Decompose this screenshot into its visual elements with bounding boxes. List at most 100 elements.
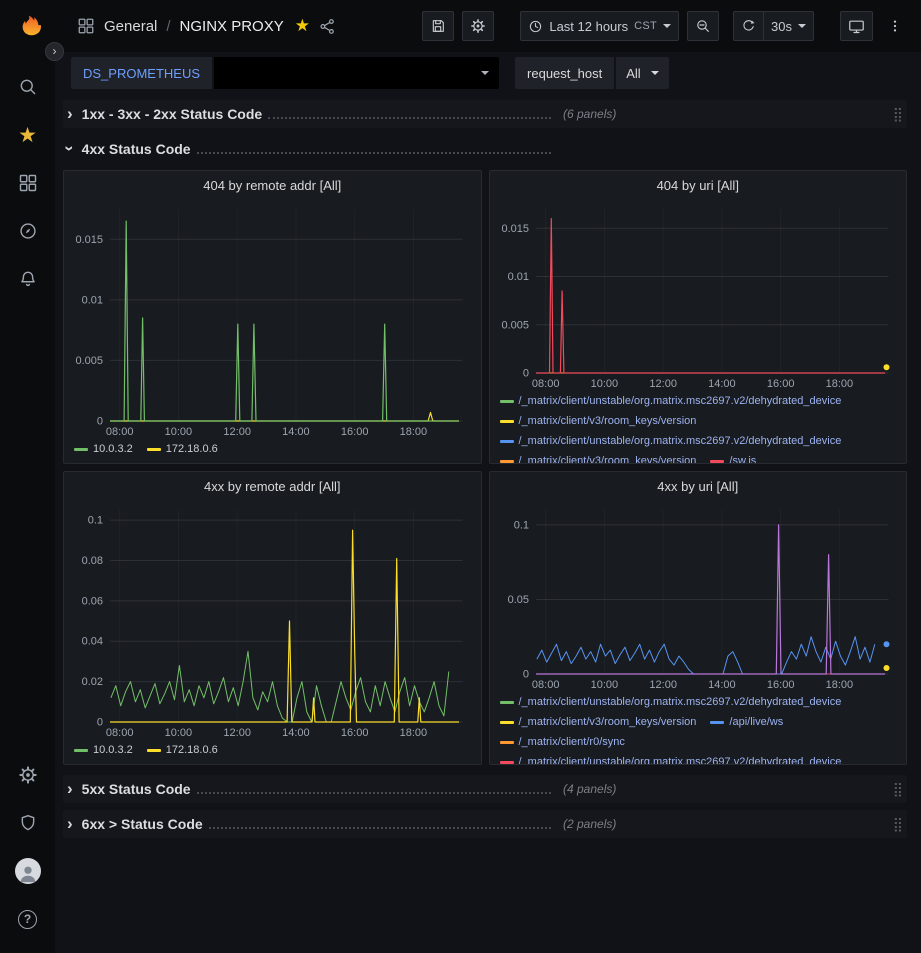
panel-title[interactable]: 404 by remote addr [All] [64, 171, 481, 201]
series-color-marker [500, 400, 514, 403]
time-series-chart[interactable]: 08:0010:0012:0014:0016:0018:0000.020.040… [64, 502, 481, 740]
panel-title[interactable]: 4xx by uri [All] [490, 472, 907, 502]
grafana-logo-icon [13, 12, 43, 42]
time-series-chart[interactable]: 08:0010:0012:0014:0016:0018:0000.0050.01… [490, 201, 907, 391]
svg-text:0.1: 0.1 [513, 519, 528, 531]
grafana-app: ★ [0, 0, 921, 953]
kebab-menu-button[interactable] [883, 18, 907, 34]
panel-legend: 10.0.3.2 172.18.0.6 [64, 439, 481, 463]
series-label: /_matrix/client/v3/room_keys/version [519, 714, 697, 730]
time-range-picker[interactable]: Last 12 hours CST [520, 11, 679, 41]
legend-item[interactable]: 172.18.0.6 [147, 742, 218, 758]
zoom-out-button[interactable] [687, 11, 719, 41]
svg-text:16:00: 16:00 [766, 679, 794, 691]
panels-grid: 404 by remote addr [All] 08:0010:0012:00… [63, 170, 907, 765]
legend-item[interactable]: /_matrix/client/unstable/org.matrix.msc2… [500, 433, 842, 449]
series-label: /_matrix/client/r0/sync [519, 734, 625, 750]
time-range-label: Last 12 hours [549, 19, 628, 34]
series-label: 172.18.0.6 [166, 441, 218, 457]
row-drag-handle[interactable]: ⣿ [893, 816, 903, 833]
sidebar-item-search[interactable] [8, 67, 48, 107]
sidebar-item-explore[interactable] [8, 211, 48, 251]
legend-item[interactable]: /_matrix/client/v3/room_keys/version [500, 453, 697, 463]
timezone-label: CST [634, 20, 657, 32]
legend-item[interactable]: /_matrix/client/r0/sync [500, 734, 625, 750]
panel-404-by-remote-addr: 404 by remote addr [All] 08:0010:0012:00… [63, 170, 482, 464]
row-title: 6xx > Status Code [82, 816, 203, 832]
sidebar-item-alerting[interactable] [8, 259, 48, 299]
breadcrumb-folder[interactable]: General [104, 18, 157, 35]
svg-text:18:00: 18:00 [400, 727, 428, 739]
legend-item[interactable]: /_matrix/client/v3/room_keys/version [500, 413, 697, 429]
request-host-variable-value: All [626, 66, 640, 81]
panel-title[interactable]: 404 by uri [All] [490, 171, 907, 201]
dashboard-row-6xx[interactable]: › 6xx > Status Code (2 panels) ⣿ [63, 810, 907, 838]
cycle-view-button[interactable] [840, 11, 873, 41]
refresh-button[interactable] [733, 11, 763, 41]
dashboard-row-5xx[interactable]: › 5xx Status Code (4 panels) ⣿ [63, 775, 907, 803]
dashboard-row-1xx-3xx-2xx[interactable]: › 1xx - 3xx - 2xx Status Code (6 panels)… [63, 100, 907, 128]
legend-item[interactable]: /_matrix/client/unstable/org.matrix.msc2… [500, 393, 842, 409]
svg-text:16:00: 16:00 [766, 378, 794, 390]
svg-text:0: 0 [522, 669, 528, 681]
dashboard-settings-button[interactable] [462, 11, 494, 41]
request-host-variable-select[interactable]: All [616, 57, 668, 89]
series-label: /_matrix/client/unstable/org.matrix.msc2… [519, 433, 842, 449]
kebab-icon [887, 18, 903, 34]
search-icon [18, 77, 38, 97]
share-button[interactable] [319, 18, 336, 35]
gear-icon [470, 18, 486, 34]
datasource-variable-select[interactable] [214, 57, 499, 89]
top-navbar: General / NGINX PROXY ★ [55, 0, 921, 52]
series-color-marker [500, 741, 514, 744]
time-series-chart[interactable]: 08:0010:0012:0014:0016:0018:0000.0050.01… [64, 201, 481, 439]
legend-item[interactable]: 10.0.3.2 [74, 742, 133, 758]
legend-item[interactable]: /sw.js [710, 453, 756, 463]
row-drag-handle[interactable]: ⣿ [893, 106, 903, 123]
sidebar-item-starred[interactable]: ★ [8, 115, 48, 155]
legend-item[interactable]: /_matrix/client/v3/room_keys/version [500, 714, 697, 730]
legend-item[interactable]: /_matrix/client/unstable/org.matrix.msc2… [500, 754, 842, 764]
svg-text:16:00: 16:00 [341, 727, 369, 739]
sidebar-item-profile[interactable] [8, 851, 48, 891]
legend-item[interactable]: 10.0.3.2 [74, 441, 133, 457]
panel-legend: 10.0.3.2 172.18.0.6 [64, 740, 481, 764]
series-color-marker [500, 440, 514, 443]
svg-text:10:00: 10:00 [590, 679, 618, 691]
sidebar-item-dashboards[interactable] [8, 163, 48, 203]
svg-text:0.015: 0.015 [501, 223, 529, 235]
legend-item[interactable]: /api/live/ws [710, 714, 783, 730]
row-title: 1xx - 3xx - 2xx Status Code [82, 106, 263, 122]
series-color-marker [500, 420, 514, 423]
chevron-right-icon: › [67, 780, 73, 797]
breadcrumb-dashboard-title[interactable]: NGINX PROXY [180, 18, 284, 35]
legend-item[interactable]: 172.18.0.6 [147, 441, 218, 457]
svg-text:18:00: 18:00 [400, 426, 428, 438]
time-series-chart[interactable]: 08:0010:0012:0014:0016:0018:0000.050.1 [490, 502, 907, 692]
dotted-leader [197, 792, 551, 794]
apps-grid-icon [77, 17, 95, 35]
series-label: 10.0.3.2 [93, 441, 133, 457]
dashboard-row-4xx[interactable]: › 4xx Status Code [63, 135, 907, 163]
svg-text:0.015: 0.015 [75, 234, 103, 246]
favorite-button[interactable]: ★ [295, 16, 310, 36]
panel-title[interactable]: 4xx by remote addr [All] [64, 472, 481, 502]
dashboard-toolbar: Last 12 hours CST 30 [414, 11, 907, 41]
row-drag-handle[interactable]: ⣿ [893, 781, 903, 798]
sidebar-item-help[interactable]: ? [8, 899, 48, 939]
svg-text:12:00: 12:00 [649, 679, 677, 691]
panel-4xx-by-uri: 4xx by uri [All] 08:0010:0012:0014:0016:… [489, 471, 908, 765]
sidebar-item-home[interactable] [13, 12, 43, 45]
refresh-icon [741, 19, 756, 34]
monitor-icon [848, 18, 865, 35]
sidebar-expand-button[interactable]: › [45, 42, 64, 61]
sidebar-item-configuration[interactable] [8, 755, 48, 795]
series-label: /_matrix/client/v3/room_keys/version [519, 413, 697, 429]
sidebar-item-server-admin[interactable] [8, 803, 48, 843]
panel-count: (6 panels) [563, 107, 616, 121]
shield-icon [18, 813, 38, 833]
legend-item[interactable]: /_matrix/client/unstable/org.matrix.msc2… [500, 694, 842, 710]
save-dashboard-button[interactable] [422, 11, 454, 41]
refresh-interval-select[interactable]: 30s [763, 11, 814, 41]
svg-text:18:00: 18:00 [825, 378, 853, 390]
